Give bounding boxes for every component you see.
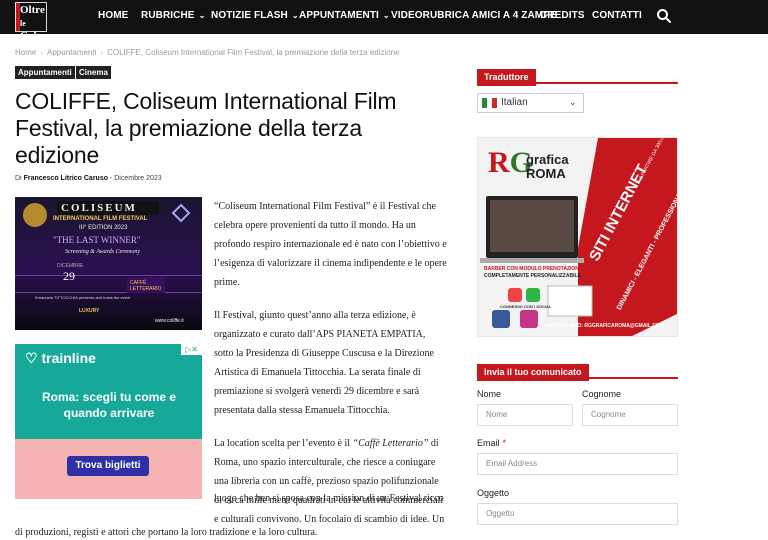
nav-item-appuntamenti[interactable]: APPUNTAMENTI ⌄: [299, 10, 390, 21]
banner-word2: ROMA: [526, 166, 566, 181]
breadcrumb: Home › Appuntamenti › COLIFFE, Coliseum Inte…: [15, 48, 400, 57]
poster-venue: CAFFÈ LETTERARIO: [130, 280, 162, 292]
author-link[interactable]: Francesco Litrico Caruso: [24, 175, 108, 182]
subject-field[interactable]: Oggetto: [477, 503, 678, 525]
ad-brand: ♡ trainline: [25, 350, 96, 366]
nav-item-credits[interactable]: CREDITS: [540, 10, 585, 21]
poster-sponsor: LUXURY: [79, 308, 100, 314]
logo-line1: Oltre: [20, 4, 45, 16]
byline: Di Francesco Litrico Caruso - Dicembre 2…: [15, 175, 162, 182]
name-field[interactable]: Nome: [477, 404, 573, 426]
article-paragraph-3-wide: luogo che ben si sposa con la mission di…: [214, 493, 444, 504]
tag-cinema[interactable]: Cinema: [76, 66, 111, 79]
nav-item-home[interactable]: HOME: [98, 10, 128, 21]
article-date: Dicembre 2023: [114, 175, 162, 182]
nav-item-rubriche[interactable]: RUBRICHE ⌄: [141, 10, 205, 21]
article-paragraph-3-last: di produzioni, registi e attori che port…: [15, 527, 318, 538]
poster-site: www.coliffe.it: [155, 318, 184, 324]
heart-icon: ♡: [25, 350, 38, 366]
nav-item-contatti[interactable]: CONTATTI: [592, 10, 642, 21]
poster-subtitle: INTERNATIONAL FILM FESTIVAL: [53, 216, 148, 222]
poster-presenter: Emanuela TITTOCCHIA presents and hosts t…: [35, 295, 131, 300]
page-title: COLIFFE, Coliseum International Film Fes…: [15, 88, 397, 168]
ad-cta-button[interactable]: Trova biglietti: [67, 456, 149, 476]
required-marker: *: [502, 438, 507, 448]
name-label: Nome: [477, 389, 502, 399]
site-logo[interactable]: Oltre le Colonne: [15, 2, 59, 42]
poster-script: Screening & Awards Ceremony: [65, 249, 141, 255]
top-navbar: Oltre le Colonne HOME RUBRICHE ⌄ NOTIZIE …: [0, 0, 768, 42]
form-title: Invia il tuo comunicato: [477, 364, 589, 381]
chevron-down-icon: ⌄: [291, 11, 299, 20]
breadcrumb-home[interactable]: Home: [15, 48, 36, 57]
nav-item-notizie-flash[interactable]: NOTIZIE FLASH ⌄: [211, 10, 299, 21]
banner-note1: BARBER CON MODULO PRENOTAZIONE: [484, 266, 583, 272]
poster-day: 29: [63, 269, 75, 283]
chevron-down-icon: ⌄: [198, 11, 206, 20]
trainline-ad[interactable]: ♡ trainline ▷✕ Roma: scegli tu come e qu…: [15, 344, 202, 499]
search-icon[interactable]: [656, 8, 672, 24]
map-pin-icon: [508, 288, 522, 302]
ad-headline: Roma: scegli tu come e quando arrivare: [41, 390, 177, 420]
banner-contact: RICHIEDI INFO: RGGRAFICAROMA@GMAIL.COM: [546, 323, 664, 329]
article-paragraph-1: “Coliseum International Film Festival” è…: [214, 201, 447, 288]
email-field[interactable]: Email Address: [477, 453, 678, 475]
chevron-down-icon: ⌄: [569, 97, 577, 107]
surname-field[interactable]: Cognome: [582, 404, 678, 426]
chevron-right-icon: ›: [100, 48, 104, 57]
surname-label: Cognome: [582, 389, 622, 399]
logo-line3: Colonne: [20, 30, 60, 42]
logo-text: Oltre le Colonne: [20, 4, 59, 43]
banner-word1: grafica: [526, 152, 569, 167]
ad-choices-icon[interactable]: ▷✕: [181, 344, 202, 355]
breadcrumb-category[interactable]: Appuntamenti: [47, 48, 96, 57]
article-paragraph-3: La location scelta per l’evento è il “Ca…: [214, 438, 445, 525]
breadcrumb-current: COLIFFE, Coliseum International Film Fes…: [107, 48, 400, 57]
rg-grafica-banner[interactable]: RG grafica ROMA SITI INTERNET DINAMICI -…: [477, 137, 678, 337]
poster-top: COLISEUM: [61, 202, 137, 214]
whatsapp-icon: [526, 288, 540, 302]
byline-prefix: Di: [15, 175, 22, 182]
translator-title: Traduttore: [477, 69, 536, 86]
language-select[interactable]: Italian ⌄: [477, 93, 584, 113]
submit-release-heading: Invia il tuo comunicato: [477, 362, 678, 381]
banner-note2: COMPLETAMENTE PERSONALIZZABILE: [484, 273, 581, 279]
laurel-icon: [23, 203, 47, 227]
chevron-right-icon: ›: [40, 48, 44, 57]
instagram-icon: [520, 310, 538, 328]
tag-appuntamenti[interactable]: Appuntamenti: [15, 66, 75, 79]
language-value: Italian: [501, 97, 528, 108]
chevron-down-icon: ⌄: [382, 11, 390, 20]
facebook-icon: [492, 310, 510, 328]
translator-heading: Traduttore: [477, 67, 678, 86]
banner-social: CONNESSO CON I SOCIAL: [500, 304, 552, 309]
poster-headline: "THE LAST WINNER": [53, 235, 141, 245]
event-poster-image: COLISEUM INTERNATIONAL FILM FESTIVAL III…: [15, 197, 202, 330]
poster-edition: III° EDITION 2023: [79, 225, 128, 231]
subject-label: Oggetto: [477, 488, 510, 498]
logo-line2: le: [20, 19, 26, 28]
article-paragraph-2: Il Festival, giunto quest’anno alla terz…: [214, 310, 434, 416]
email-label: Email *: [477, 438, 507, 448]
nav-item-videorubrica[interactable]: VIDEORUBRICA AMICI A 4 ZAMPE: [391, 10, 557, 21]
italy-flag-icon: [482, 98, 497, 108]
